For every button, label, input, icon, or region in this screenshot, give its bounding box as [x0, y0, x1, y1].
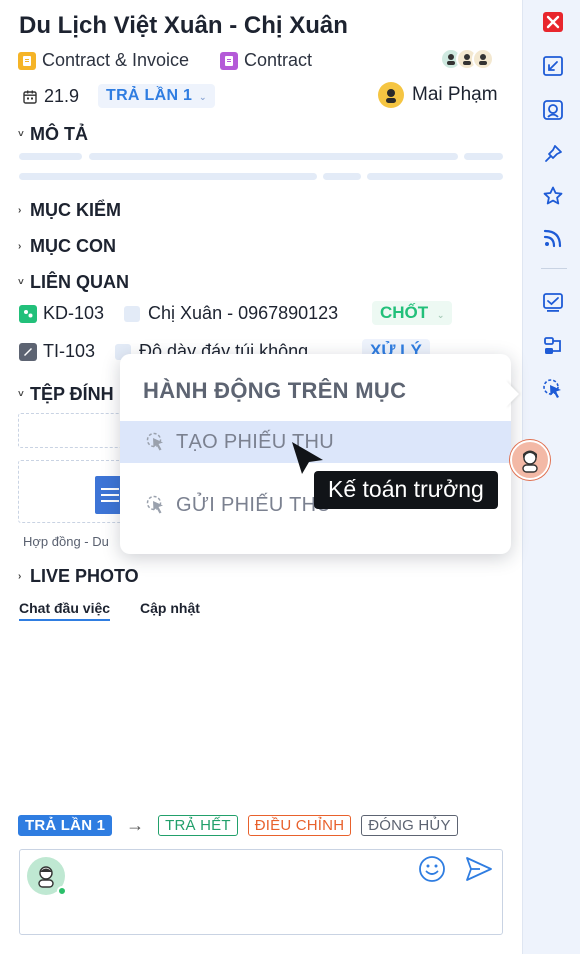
tab-chat[interactable]: Chat đầu việc	[19, 600, 111, 621]
chevron-down-icon: ˅	[18, 389, 24, 400]
chat-tabs: Chat đầu việc Cập nhật	[19, 600, 200, 621]
contract-tag-icon	[220, 51, 238, 70]
tag-contract-invoice[interactable]: Contract & Invoice	[18, 50, 189, 71]
close-icon[interactable]	[541, 10, 565, 34]
action-pointer-icon[interactable]	[541, 377, 565, 401]
section-description[interactable]: ˅ MÔ TẢ	[18, 124, 88, 145]
workflow-bar: TRẢ LẦN 1 → TRẢ HẾT ĐIỀU CHỈNH ĐÓNG HỦY	[18, 815, 458, 836]
workflow-current-stage: TRẢ LẦN 1	[18, 815, 113, 836]
section-label: LIVE PHOTO	[30, 566, 139, 586]
due-date[interactable]: 21.9	[22, 86, 79, 107]
workflow-option-button[interactable]: TRẢ HẾT	[158, 815, 238, 836]
calendar-icon	[22, 89, 38, 105]
send-icon[interactable]	[464, 855, 494, 883]
checklist-icon[interactable]	[541, 290, 565, 314]
related-status-badge[interactable]: CHỐT ⌄	[372, 301, 453, 325]
watcher-avatar	[472, 48, 494, 70]
stage-pill[interactable]: TRẢ LẦN 1 ⌄	[98, 84, 215, 108]
skeleton-line	[367, 173, 503, 180]
section-label: LIÊN QUAN	[30, 272, 129, 292]
popup-pointer	[505, 380, 519, 408]
user-tooltip: Kế toán trưởng	[314, 471, 498, 509]
assignee[interactable]: Mai Phạm	[378, 82, 498, 108]
section-label: MỤC KIỂM	[30, 200, 121, 220]
workflow-option-button[interactable]: ĐÓNG HỦY	[361, 815, 458, 836]
workflow-icon[interactable]	[541, 334, 565, 358]
tooltip-user-avatar	[510, 440, 550, 480]
due-date-value: 21.9	[44, 86, 80, 106]
tag-contract[interactable]: Contract	[220, 50, 312, 71]
status-label: CHỐT	[380, 303, 429, 322]
emoji-icon[interactable]	[418, 855, 446, 883]
action-pointer-icon	[144, 493, 168, 517]
chevron-right-icon: ›	[18, 241, 22, 252]
related-item-checkbox[interactable]	[124, 305, 141, 322]
skeleton-line	[19, 173, 317, 180]
chevron-down-icon: ⌄	[199, 92, 207, 102]
skeleton-line	[464, 153, 503, 160]
section-label: MỤC CON	[30, 236, 116, 256]
watchers-avatars[interactable]	[440, 48, 494, 70]
assignee-name: Mai Phạm	[412, 84, 498, 105]
skeleton-line	[323, 173, 361, 180]
stage-label: TRẢ LẦN 1	[106, 87, 193, 104]
tag-label: Contract & Invoice	[42, 50, 190, 70]
arrow-right-icon: →	[126, 815, 145, 835]
skeleton-line	[19, 153, 82, 160]
section-attachments[interactable]: ˅ TỆP ĐÍNH	[18, 384, 114, 405]
task-title: Du Lịch Việt Xuân - Chị Xuân	[19, 12, 348, 39]
robot-icon[interactable]	[541, 98, 565, 122]
section-related[interactable]: ˅ LIÊN QUAN	[18, 272, 129, 293]
workflow-option-button[interactable]: ĐIỀU CHỈNH	[247, 815, 352, 836]
related-item[interactable]: KD-103 Chị Xuân - 0967890123	[19, 303, 338, 324]
section-subitems[interactable]: › MỤC CON	[18, 236, 116, 257]
section-label: MÔ TẢ	[30, 124, 88, 144]
attachment-dropzone[interactable]	[18, 413, 128, 448]
assignee-avatar	[378, 82, 404, 108]
deal-icon	[19, 304, 37, 323]
menu-item-label: GỬI PHIẾU THU	[176, 493, 332, 516]
action-pointer-icon	[144, 430, 168, 454]
chevron-down-icon: ⌄	[436, 310, 445, 320]
attachment-caption: Hợp đồng - Du	[23, 534, 109, 549]
related-item-code: TI-103	[43, 341, 96, 361]
tab-updates[interactable]: Cập nhật	[140, 600, 200, 621]
chevron-right-icon: ›	[18, 571, 22, 582]
skeleton-line	[89, 153, 458, 160]
chevron-down-icon: ˅	[18, 129, 24, 140]
tag-label: Contract	[244, 50, 313, 70]
related-item-code: KD-103	[43, 303, 105, 323]
online-status-dot	[57, 886, 67, 896]
chevron-down-icon: ˅	[18, 277, 24, 288]
collapse-icon[interactable]	[541, 54, 565, 78]
section-label: TỆP ĐÍNH	[30, 384, 114, 404]
feed-icon[interactable]	[541, 226, 565, 250]
section-live-photo[interactable]: › LIVE PHOTO	[18, 566, 139, 587]
popup-title: HÀNH ĐỘNG TRÊN MỤC	[143, 378, 407, 403]
ticket-icon	[19, 342, 37, 361]
invoice-tag-icon	[18, 51, 36, 70]
pin-icon[interactable]	[541, 142, 565, 166]
star-icon[interactable]	[541, 184, 565, 208]
rail-divider	[541, 268, 567, 269]
section-checklist[interactable]: › MỤC KIỂM	[18, 200, 121, 221]
chevron-right-icon: ›	[18, 205, 22, 216]
related-item-name: Chị Xuân - 0967890123	[148, 303, 339, 323]
